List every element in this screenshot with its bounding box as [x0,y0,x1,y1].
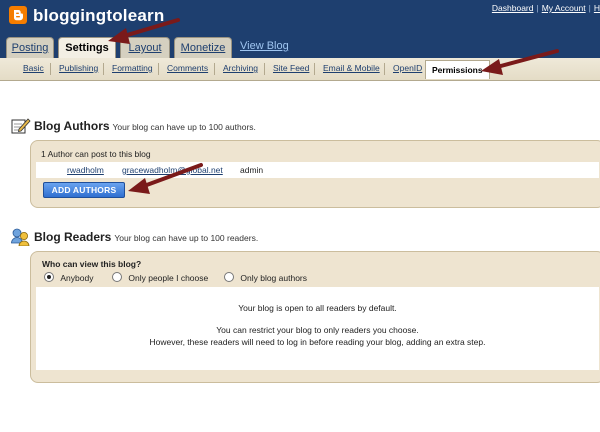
blog-title[interactable]: bloggingtolearn [33,6,164,26]
separator: | [588,3,591,13]
reader-option-anybody[interactable]: Anybody [44,272,93,283]
my-account-link[interactable]: My Account [542,3,586,13]
tab-layout[interactable]: Layout [120,37,170,58]
section-title-text: Blog Authors [34,119,110,133]
readers-people-icon [11,228,30,246]
section-subtitle: Your blog can have up to 100 authors. [112,122,256,132]
tab-settings[interactable]: Settings [58,37,116,59]
readers-box: Who can view this blog? Anybody Only peo… [30,251,600,383]
subtab-publishing[interactable]: Publishing [59,63,98,73]
separator [158,63,159,75]
author-name-link[interactable]: rwadholm [67,165,104,175]
edit-pencil-icon [11,118,31,134]
subtab-email-mobile[interactable]: Email & Mobile [323,63,380,73]
add-authors-button[interactable]: ADD AUTHORS [43,182,125,198]
option-label: Only people I choose [128,273,209,283]
subtab-openid[interactable]: OpenID [393,63,422,73]
view-blog-link[interactable]: View Blog [240,40,289,52]
option-label: Only blog authors [240,273,307,283]
top-links: Dashboard | My Account | H [492,3,600,13]
blogger-b-glyph-icon [14,10,23,21]
tab-posting[interactable]: Posting [6,37,54,58]
section-title-text: Blog Readers [34,230,112,244]
author-role: admin [240,165,264,175]
readers-question: Who can view this blog? [42,259,142,269]
reader-option-people-i-choose[interactable]: Only people I choose [112,272,208,283]
radio-anybody[interactable] [44,272,54,282]
separator: | [536,3,539,13]
subtab-archiving[interactable]: Archiving [223,63,258,73]
separator [384,63,385,75]
subtab-formatting[interactable]: Formatting [112,63,153,73]
blogger-header: bloggingtolearn Dashboard | My Account | H P… [0,0,600,59]
authors-box: 1 Author can post to this blog rwadholm … [30,140,600,208]
author-email-link[interactable]: gracewadholm@global.net [122,165,223,175]
radio-people-i-choose[interactable] [112,272,122,282]
subtab-permissions[interactable]: Permissions [425,60,490,79]
separator [264,63,265,75]
readers-message-panel: Your blog is open to all readers by defa… [36,287,599,370]
subtab-comments[interactable]: Comments [167,63,208,73]
separator [50,63,51,75]
blog-readers-title: Blog Readers Your blog can have up to 100… [34,230,258,244]
readers-message-1: Your blog is open to all readers by defa… [238,303,397,313]
separator [214,63,215,75]
help-link[interactable]: H [594,3,600,13]
section-subtitle: Your blog can have up to 100 readers. [114,233,259,243]
settings-subtabs: Basic Publishing Formatting Comments Arc… [0,58,600,81]
option-label: Anybody [60,273,94,283]
separator [314,63,315,75]
separator [103,63,104,75]
author-row: rwadholm [67,165,104,175]
reader-option-blog-authors[interactable]: Only blog authors [224,272,307,283]
tab-monetize[interactable]: Monetize [174,37,232,58]
author-count: 1 Author can post to this blog [41,149,151,159]
author-email: gracewadholm@global.net [122,165,223,175]
subtab-basic[interactable]: Basic [23,63,44,73]
dashboard-link[interactable]: Dashboard [492,3,534,13]
readers-message-2: You can restrict your blog to only reade… [216,325,419,335]
author-row-bg [36,162,599,178]
blogger-logo-icon[interactable] [9,6,27,24]
subtab-site-feed[interactable]: Site Feed [273,63,309,73]
readers-message-3: However, these readers will need to log … [149,337,486,347]
blog-authors-title: Blog Authors Your blog can have up to 100… [34,119,256,133]
radio-blog-authors[interactable] [224,272,234,282]
